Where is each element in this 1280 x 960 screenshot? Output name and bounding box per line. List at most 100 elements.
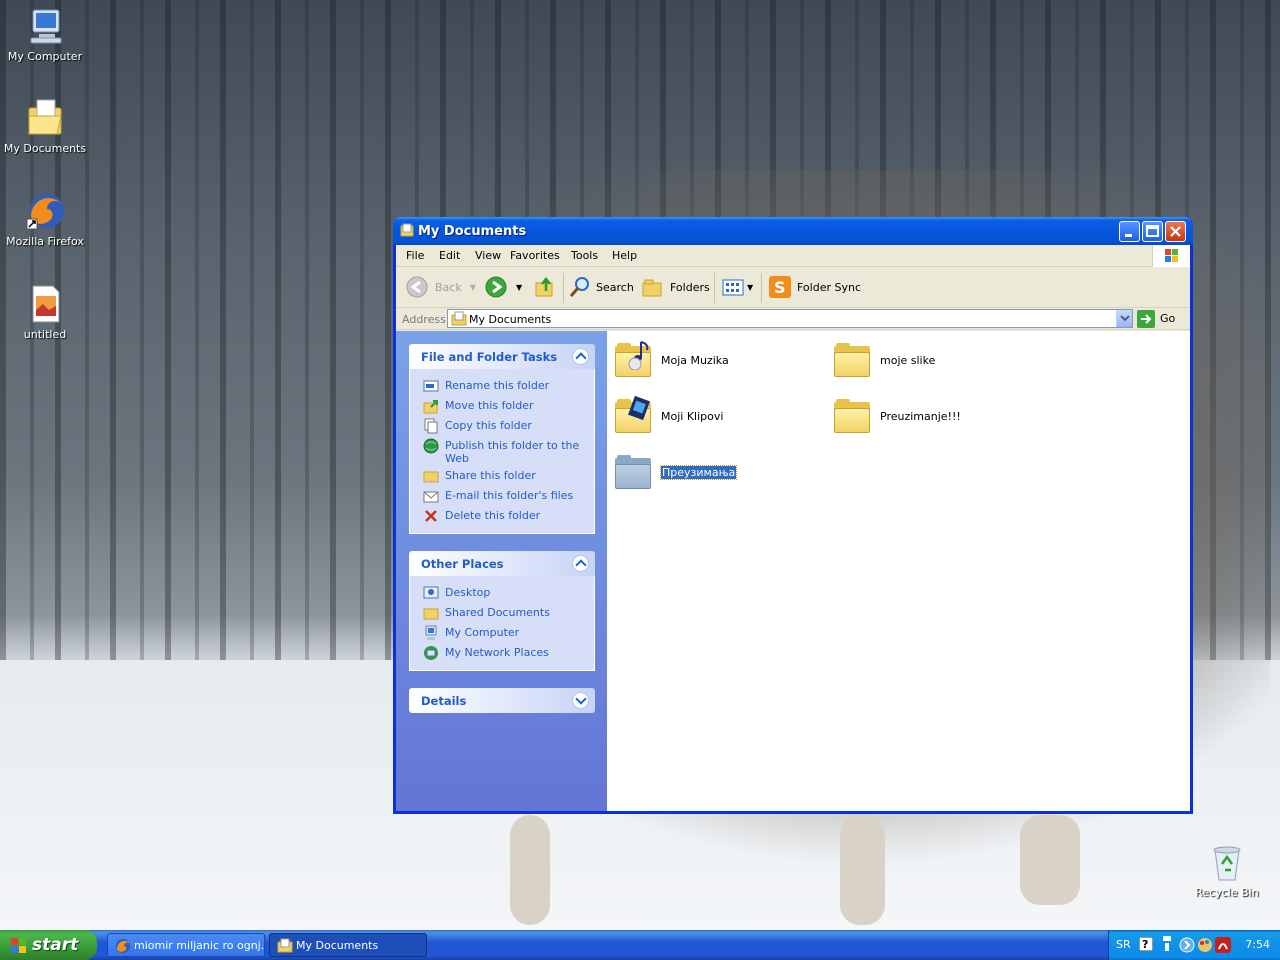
wallpaper-wolf-leg <box>840 815 885 925</box>
back-button[interactable]: Back ▼ <box>405 274 476 300</box>
folder-content-view[interactable]: Moja Muzika moje slike Moji Klipovi Preu… <box>607 331 1190 811</box>
acrobat-tray-icon[interactable] <box>1215 937 1231 953</box>
collapse-chevron-icon[interactable] <box>572 555 589 572</box>
desktop-icon-label: My Documents <box>3 142 87 155</box>
panel-title: Details <box>421 694 467 708</box>
up-folder-button[interactable] <box>533 274 557 300</box>
explorer-window[interactable]: My Documents File Edit View Favorites To… <box>393 217 1193 814</box>
address-input[interactable]: My Documents <box>447 309 1133 328</box>
svg-text:S: S <box>774 278 786 297</box>
back-arrow-icon <box>406 276 428 298</box>
search-icon <box>569 277 589 297</box>
folders-button[interactable]: Folders <box>640 274 710 300</box>
task-pane: File and Folder Tasks Rename this folder… <box>396 331 607 811</box>
address-bar: Address My Documents Go <box>396 308 1190 330</box>
search-button[interactable]: Search <box>568 274 634 300</box>
folder-item[interactable]: Moji Klipovi <box>613 391 723 441</box>
menu-tools[interactable]: Tools <box>571 249 598 262</box>
panel-header[interactable]: Details <box>409 688 595 713</box>
toolbar-separator <box>714 273 715 303</box>
task-delete-folder[interactable]: Delete this folder <box>410 506 594 526</box>
place-desktop[interactable]: Desktop <box>410 583 594 603</box>
folder-item[interactable]: Moja Muzika <box>613 335 729 385</box>
toolbar: Back ▼ ▼ Search Folders ▼ S Folder Sync <box>396 267 1190 308</box>
address-dropdown-button[interactable] <box>1116 310 1132 327</box>
menu-view[interactable]: View <box>475 249 501 262</box>
forward-dropdown-icon[interactable]: ▼ <box>516 283 522 292</box>
desktop-icon <box>423 586 439 599</box>
place-shared-documents[interactable]: Shared Documents <box>410 603 594 623</box>
globe-icon <box>423 438 439 454</box>
taskbar-button-label: My Documents <box>296 938 379 952</box>
menu-bar: File Edit View Favorites Tools Help <box>396 245 1190 267</box>
folders-label: Folders <box>670 280 710 294</box>
start-label: start <box>32 935 79 955</box>
place-my-computer[interactable]: My Computer <box>410 623 594 643</box>
help-icon[interactable]: ? <box>1139 937 1153 951</box>
my-computer-icon <box>25 6 65 46</box>
folder-item[interactable]: Preuzimanje!!! <box>832 391 961 441</box>
expand-chevron-icon[interactable] <box>572 692 589 709</box>
clock[interactable]: 7:54 <box>1245 938 1270 951</box>
back-dropdown-icon[interactable]: ▼ <box>470 283 476 292</box>
go-button[interactable]: Go <box>1137 309 1175 328</box>
menu-favorites[interactable]: Favorites <box>510 249 560 262</box>
taskbar-button-label: miomir miljanic ro ognj... <box>134 938 265 952</box>
menu-help[interactable]: Help <box>612 249 637 262</box>
desktop-icon-recycle-bin[interactable]: Recycle Bin <box>1182 842 1272 899</box>
toolbar-separator <box>563 273 564 303</box>
collapse-chevron-icon[interactable] <box>572 348 589 365</box>
folder-item[interactable]: moje slike <box>832 335 935 385</box>
system-tray: SR ? 7:54 <box>1108 930 1280 960</box>
place-network[interactable]: My Network Places <box>410 643 594 663</box>
desktop-icon-untitled[interactable]: untitled <box>0 284 90 341</box>
task-copy-folder[interactable]: Copy this folder <box>410 416 594 436</box>
menu-edit[interactable]: Edit <box>439 249 460 262</box>
chevron-down-icon <box>1120 315 1130 322</box>
up-folder-icon <box>535 276 553 297</box>
views-icon <box>722 279 744 296</box>
show-hidden-icons-button[interactable] <box>1179 937 1195 953</box>
close-button[interactable] <box>1165 221 1186 242</box>
task-label: Share this folder <box>445 469 536 482</box>
task-share-folder[interactable]: Share this folder <box>410 466 594 486</box>
desktop-icon-firefox[interactable]: Mozilla Firefox <box>0 191 90 248</box>
forward-button[interactable]: ▼ <box>484 274 522 300</box>
window-titlebar[interactable]: My Documents <box>393 217 1193 245</box>
task-publish-web[interactable]: Publish this folder to the Web <box>410 436 594 466</box>
safely-remove-icon[interactable] <box>1161 935 1173 953</box>
task-email-files[interactable]: E-mail this folder's files <box>410 486 594 506</box>
wallpaper-wolf-leg <box>510 815 550 925</box>
wallpaper-wolf-leg <box>1020 815 1080 905</box>
folder-sync-button[interactable]: S Folder Sync <box>768 274 861 300</box>
panel-header[interactable]: File and Folder Tasks <box>409 344 595 369</box>
maximize-button[interactable] <box>1142 221 1163 242</box>
minimize-button[interactable] <box>1119 221 1140 242</box>
folder-icon <box>400 223 414 237</box>
views-button[interactable]: ▼ <box>721 274 753 300</box>
desktop-icon-my-documents[interactable]: My Documents <box>0 98 90 155</box>
place-label: My Network Places <box>445 646 549 659</box>
back-label: Back <box>435 280 462 294</box>
folder-icon <box>832 396 872 436</box>
details-panel: Details <box>409 688 595 713</box>
place-label: My Computer <box>445 626 520 639</box>
search-label: Search <box>596 280 634 294</box>
palette-tray-icon[interactable] <box>1197 937 1213 953</box>
task-rename-folder[interactable]: Rename this folder <box>410 376 594 396</box>
start-button[interactable]: start <box>0 930 97 960</box>
panel-header[interactable]: Other Places <box>409 551 595 576</box>
taskbar-button-firefox[interactable]: miomir miljanic ro ognj... <box>107 933 265 957</box>
shared-folder-icon <box>423 608 439 620</box>
folder-item-selected[interactable]: Преузимања <box>613 447 738 497</box>
folders-icon <box>642 279 662 297</box>
go-arrow-icon <box>1137 309 1155 328</box>
desktop-icon-my-computer[interactable]: My Computer <box>0 6 90 63</box>
menu-file[interactable]: File <box>406 249 424 262</box>
my-computer-icon <box>425 625 437 640</box>
folder-name: Preuzimanje!!! <box>880 409 961 423</box>
language-indicator[interactable]: SR <box>1116 938 1131 951</box>
other-places-panel: Other Places Desktop Shared Documents My… <box>409 551 595 671</box>
taskbar-button-my-documents[interactable]: My Documents <box>269 933 427 957</box>
task-move-folder[interactable]: Move this folder <box>410 396 594 416</box>
